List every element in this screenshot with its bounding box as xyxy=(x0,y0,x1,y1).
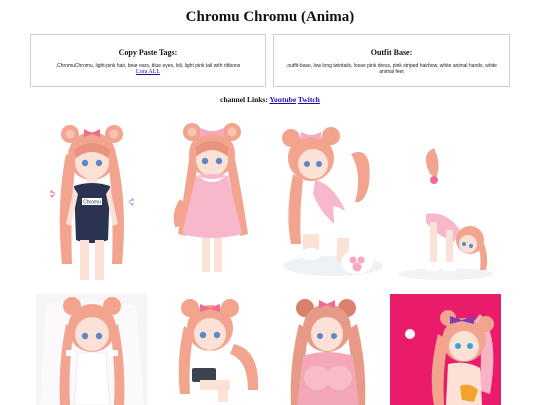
gallery-image-magenta-background[interactable] xyxy=(390,294,501,405)
swimsuit-name-tag: Chromu xyxy=(83,200,101,206)
outfit-base-box: Outfit Base: ,outfit-base, low long twin… xyxy=(273,34,510,87)
character-illustration xyxy=(36,294,147,405)
character-illustration xyxy=(273,114,384,288)
channel-links-label: channel Links: xyxy=(220,95,268,104)
copy-paste-tags-box: Copy Paste Tags: ,ChromuChromu, light-pi… xyxy=(30,34,266,87)
character-illustration xyxy=(390,294,501,405)
gallery-image-pink-dress[interactable] xyxy=(156,114,267,288)
gallery-image-kneeling[interactable] xyxy=(273,114,384,288)
character-illustration xyxy=(156,294,267,405)
gallery-image-school-swimsuit[interactable]: Chromu xyxy=(36,114,147,288)
gallery-image-pink-sweater[interactable] xyxy=(273,294,384,405)
gallery-image-bending-over[interactable] xyxy=(390,114,501,288)
character-illustration xyxy=(390,114,501,288)
channel-links: channel Links: Youtube Twitch xyxy=(0,95,540,104)
youtube-link[interactable]: Youtube xyxy=(269,95,296,104)
lora-all-link[interactable]: Lora ALL xyxy=(31,69,265,76)
outfit-base-text[interactable]: ,outfit-base, low long twintails, loose … xyxy=(280,63,503,75)
twitch-link[interactable]: Twitch xyxy=(298,95,320,104)
character-illustration xyxy=(156,114,267,288)
character-illustration: Chromu xyxy=(36,114,147,288)
character-illustration xyxy=(273,294,384,405)
gallery-image-sitting-laptop[interactable] xyxy=(156,294,267,405)
page-title: Chromu Chromu (Anima) xyxy=(185,9,355,25)
outfit-base-title: Outfit Base: xyxy=(370,48,413,57)
gallery-image-white-dress-veil[interactable] xyxy=(36,294,147,405)
copy-paste-tags-title: Copy Paste Tags: xyxy=(118,48,178,57)
